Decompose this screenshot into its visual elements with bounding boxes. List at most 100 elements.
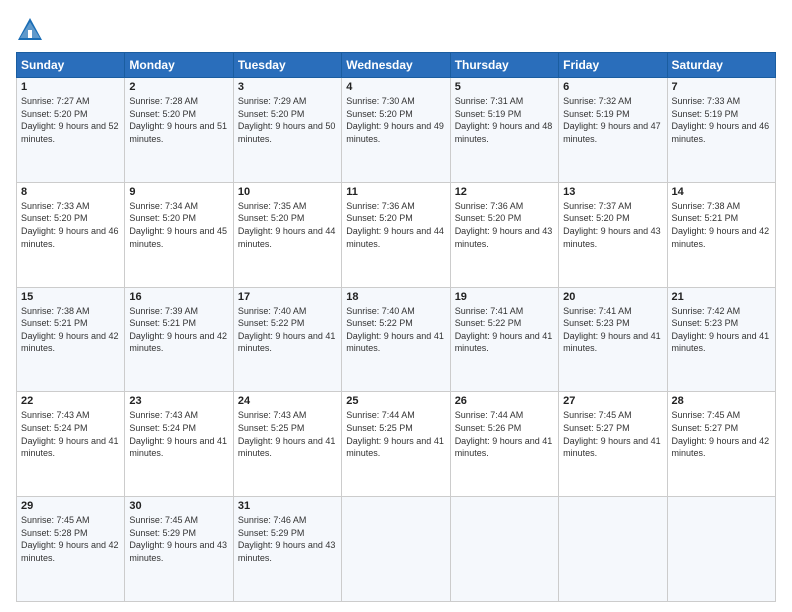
day-info: Sunrise: 7:32 AMSunset: 5:19 PMDaylight:… bbox=[563, 95, 662, 145]
day-number: 15 bbox=[21, 291, 120, 303]
day-number: 2 bbox=[129, 81, 228, 93]
day-info: Sunrise: 7:45 AMSunset: 5:29 PMDaylight:… bbox=[129, 514, 228, 564]
calendar-cell: 6 Sunrise: 7:32 AMSunset: 5:19 PMDaylight… bbox=[559, 78, 667, 183]
day-info: Sunrise: 7:41 AMSunset: 5:23 PMDaylight:… bbox=[563, 305, 662, 355]
calendar-cell: 1Sunrise: 7:27 AMSunset: 5:20 PMDaylight… bbox=[17, 78, 125, 183]
day-info: Sunrise: 7:42 AMSunset: 5:23 PMDaylight:… bbox=[672, 305, 771, 355]
weekday-header: Friday bbox=[559, 53, 667, 78]
day-number: 13 bbox=[563, 186, 662, 198]
day-number: 25 bbox=[346, 395, 445, 407]
day-number: 9 bbox=[129, 186, 228, 198]
calendar-cell: 13 Sunrise: 7:37 AMSunset: 5:20 PMDayligh… bbox=[559, 182, 667, 287]
calendar-cell: 27 Sunrise: 7:45 AMSunset: 5:27 PMDayligh… bbox=[559, 392, 667, 497]
header-row: SundayMondayTuesdayWednesdayThursdayFrid… bbox=[17, 53, 776, 78]
calendar-cell: 28Sunrise: 7:45 AMSunset: 5:27 PMDayligh… bbox=[667, 392, 775, 497]
day-info: Sunrise: 7:33 AMSunset: 5:19 PMDaylight:… bbox=[672, 95, 771, 145]
day-number: 3 bbox=[238, 81, 337, 93]
day-number: 1 bbox=[21, 81, 120, 93]
calendar-cell: 18Sunrise: 7:40 AMSunset: 5:22 PMDayligh… bbox=[342, 287, 450, 392]
day-number: 5 bbox=[455, 81, 554, 93]
calendar-week-row: 29 Sunrise: 7:45 AMSunset: 5:28 PMDayligh… bbox=[17, 497, 776, 602]
calendar-cell bbox=[450, 497, 558, 602]
calendar-cell: 17 Sunrise: 7:40 AMSunset: 5:22 PMDayligh… bbox=[233, 287, 341, 392]
page: SundayMondayTuesdayWednesdayThursdayFrid… bbox=[0, 0, 792, 612]
day-number: 21 bbox=[672, 291, 771, 303]
calendar-cell bbox=[342, 497, 450, 602]
calendar-cell: 31 Sunrise: 7:46 AMSunset: 5:29 PMDayligh… bbox=[233, 497, 341, 602]
day-number: 20 bbox=[563, 291, 662, 303]
day-number: 17 bbox=[238, 291, 337, 303]
day-info: Sunrise: 7:29 AMSunset: 5:20 PMDaylight:… bbox=[238, 95, 337, 145]
day-info: Sunrise: 7:28 AMSunset: 5:20 PMDaylight:… bbox=[129, 95, 228, 145]
day-number: 4 bbox=[346, 81, 445, 93]
calendar-cell: 26Sunrise: 7:44 AMSunset: 5:26 PMDayligh… bbox=[450, 392, 558, 497]
day-info: Sunrise: 7:41 AMSunset: 5:22 PMDaylight:… bbox=[455, 305, 554, 355]
calendar-cell: 12 Sunrise: 7:36 AMSunset: 5:20 PMDayligh… bbox=[450, 182, 558, 287]
day-info: Sunrise: 7:38 AMSunset: 5:21 PMDaylight:… bbox=[672, 200, 771, 250]
day-info: Sunrise: 7:30 AMSunset: 5:20 PMDaylight:… bbox=[346, 95, 445, 145]
day-number: 16 bbox=[129, 291, 228, 303]
day-number: 12 bbox=[455, 186, 554, 198]
day-number: 19 bbox=[455, 291, 554, 303]
day-number: 29 bbox=[21, 500, 120, 512]
header bbox=[16, 16, 776, 44]
day-info: Sunrise: 7:38 AMSunset: 5:21 PMDaylight:… bbox=[21, 305, 120, 355]
calendar-cell: 7 Sunrise: 7:33 AMSunset: 5:19 PMDaylight… bbox=[667, 78, 775, 183]
day-info: Sunrise: 7:37 AMSunset: 5:20 PMDaylight:… bbox=[563, 200, 662, 250]
day-number: 14 bbox=[672, 186, 771, 198]
calendar-cell: 8 Sunrise: 7:33 AMSunset: 5:20 PMDaylight… bbox=[17, 182, 125, 287]
day-info: Sunrise: 7:34 AMSunset: 5:20 PMDaylight:… bbox=[129, 200, 228, 250]
day-number: 11 bbox=[346, 186, 445, 198]
day-info: Sunrise: 7:45 AMSunset: 5:27 PMDaylight:… bbox=[563, 409, 662, 459]
day-info: Sunrise: 7:33 AMSunset: 5:20 PMDaylight:… bbox=[21, 200, 120, 250]
day-info: Sunrise: 7:35 AMSunset: 5:20 PMDaylight:… bbox=[238, 200, 337, 250]
calendar-week-row: 15 Sunrise: 7:38 AMSunset: 5:21 PMDayligh… bbox=[17, 287, 776, 392]
calendar-cell: 21 Sunrise: 7:42 AMSunset: 5:23 PMDayligh… bbox=[667, 287, 775, 392]
logo bbox=[16, 16, 48, 44]
calendar-cell: 20 Sunrise: 7:41 AMSunset: 5:23 PMDayligh… bbox=[559, 287, 667, 392]
calendar-week-row: 1Sunrise: 7:27 AMSunset: 5:20 PMDaylight… bbox=[17, 78, 776, 183]
calendar-cell: 22Sunrise: 7:43 AMSunset: 5:24 PMDayligh… bbox=[17, 392, 125, 497]
day-info: Sunrise: 7:44 AMSunset: 5:26 PMDaylight:… bbox=[455, 409, 554, 459]
calendar-cell: 23 Sunrise: 7:43 AMSunset: 5:24 PMDayligh… bbox=[125, 392, 233, 497]
day-number: 24 bbox=[238, 395, 337, 407]
calendar-cell: 9 Sunrise: 7:34 AMSunset: 5:20 PMDaylight… bbox=[125, 182, 233, 287]
day-number: 18 bbox=[346, 291, 445, 303]
calendar: SundayMondayTuesdayWednesdayThursdayFrid… bbox=[16, 52, 776, 602]
weekday-header: Tuesday bbox=[233, 53, 341, 78]
day-number: 10 bbox=[238, 186, 337, 198]
day-number: 31 bbox=[238, 500, 337, 512]
calendar-cell: 25 Sunrise: 7:44 AMSunset: 5:25 PMDayligh… bbox=[342, 392, 450, 497]
weekday-header: Sunday bbox=[17, 53, 125, 78]
day-number: 6 bbox=[563, 81, 662, 93]
calendar-cell: 5Sunrise: 7:31 AMSunset: 5:19 PMDaylight… bbox=[450, 78, 558, 183]
calendar-cell: 2 Sunrise: 7:28 AMSunset: 5:20 PMDaylight… bbox=[125, 78, 233, 183]
weekday-header: Thursday bbox=[450, 53, 558, 78]
calendar-table: SundayMondayTuesdayWednesdayThursdayFrid… bbox=[16, 52, 776, 602]
calendar-cell: 30Sunrise: 7:45 AMSunset: 5:29 PMDayligh… bbox=[125, 497, 233, 602]
weekday-header: Monday bbox=[125, 53, 233, 78]
day-info: Sunrise: 7:36 AMSunset: 5:20 PMDaylight:… bbox=[346, 200, 445, 250]
day-info: Sunrise: 7:36 AMSunset: 5:20 PMDaylight:… bbox=[455, 200, 554, 250]
calendar-week-row: 8 Sunrise: 7:33 AMSunset: 5:20 PMDaylight… bbox=[17, 182, 776, 287]
day-number: 27 bbox=[563, 395, 662, 407]
calendar-cell bbox=[667, 497, 775, 602]
day-info: Sunrise: 7:39 AMSunset: 5:21 PMDaylight:… bbox=[129, 305, 228, 355]
calendar-cell: 11 Sunrise: 7:36 AMSunset: 5:20 PMDayligh… bbox=[342, 182, 450, 287]
day-info: Sunrise: 7:44 AMSunset: 5:25 PMDaylight:… bbox=[346, 409, 445, 459]
day-info: Sunrise: 7:43 AMSunset: 5:24 PMDaylight:… bbox=[129, 409, 228, 459]
day-info: Sunrise: 7:45 AMSunset: 5:28 PMDaylight:… bbox=[21, 514, 120, 564]
day-info: Sunrise: 7:40 AMSunset: 5:22 PMDaylight:… bbox=[238, 305, 337, 355]
day-number: 22 bbox=[21, 395, 120, 407]
calendar-cell: 24 Sunrise: 7:43 AMSunset: 5:25 PMDayligh… bbox=[233, 392, 341, 497]
day-number: 28 bbox=[672, 395, 771, 407]
day-number: 23 bbox=[129, 395, 228, 407]
calendar-cell: 19 Sunrise: 7:41 AMSunset: 5:22 PMDayligh… bbox=[450, 287, 558, 392]
day-info: Sunrise: 7:43 AMSunset: 5:25 PMDaylight:… bbox=[238, 409, 337, 459]
day-info: Sunrise: 7:46 AMSunset: 5:29 PMDaylight:… bbox=[238, 514, 337, 564]
calendar-cell: 16 Sunrise: 7:39 AMSunset: 5:21 PMDayligh… bbox=[125, 287, 233, 392]
day-number: 8 bbox=[21, 186, 120, 198]
day-number: 7 bbox=[672, 81, 771, 93]
weekday-header: Saturday bbox=[667, 53, 775, 78]
calendar-cell: 14 Sunrise: 7:38 AMSunset: 5:21 PMDayligh… bbox=[667, 182, 775, 287]
